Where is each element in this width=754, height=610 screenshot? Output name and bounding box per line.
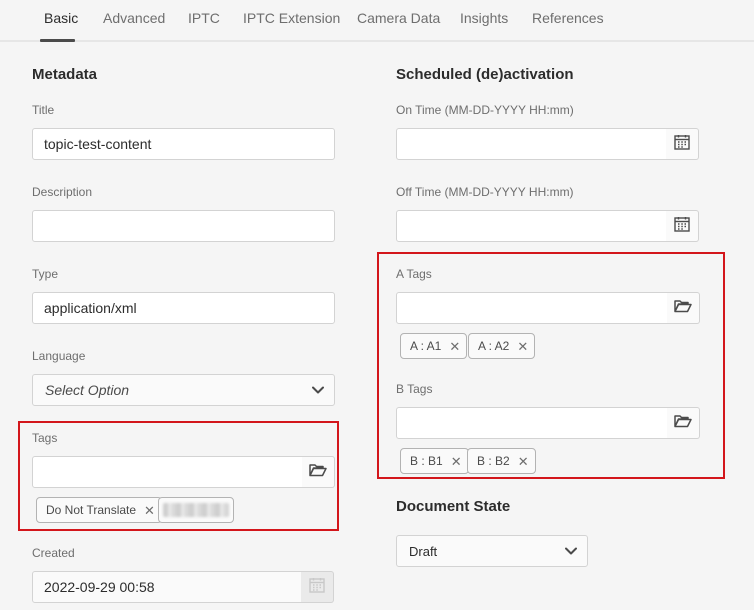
redacted-tag-label <box>163 503 229 517</box>
tag-chip-label: B : B1 <box>410 454 443 468</box>
tag-chip: A : A2 ✕ <box>468 333 536 359</box>
tab-iptc-extension[interactable]: IPTC Extension <box>243 10 340 26</box>
tab-basic[interactable]: Basic <box>44 10 78 26</box>
document-state-value: Draft <box>409 543 438 559</box>
tags-browse-button[interactable] <box>302 456 335 488</box>
b-tags-label: B Tags <box>396 382 433 396</box>
tags-input[interactable] <box>32 456 303 488</box>
a-tags-browse-button[interactable] <box>667 292 700 324</box>
b-tags-input[interactable] <box>396 407 668 439</box>
folder-icon <box>674 299 692 318</box>
tag-chip-label: A : A1 <box>410 339 442 353</box>
calendar-icon <box>674 216 690 237</box>
a-tags-label: A Tags <box>396 267 432 281</box>
redacted-tag-chip <box>158 497 234 523</box>
tags-label: Tags <box>32 431 58 445</box>
scheduled-heading: Scheduled (de)activation <box>396 66 574 83</box>
created-label: Created <box>32 546 75 560</box>
tab-insights[interactable]: Insights <box>460 10 508 26</box>
close-icon[interactable]: ✕ <box>518 455 529 468</box>
close-icon[interactable]: ✕ <box>449 340 460 353</box>
b-tags-browse-button[interactable] <box>667 407 700 439</box>
on-time-label: On Time (MM-DD-YYYY HH:mm) <box>396 103 574 117</box>
close-icon[interactable]: ✕ <box>517 340 528 353</box>
a-tags-input[interactable] <box>396 292 668 324</box>
on-time-calendar-button[interactable] <box>666 128 699 160</box>
created-field <box>32 571 302 603</box>
language-select[interactable]: Select Option <box>32 374 335 406</box>
off-time-label: Off Time (MM-DD-YYYY HH:mm) <box>396 185 574 199</box>
description-label: Description <box>32 185 93 199</box>
created-calendar-button <box>301 571 334 603</box>
type-label: Type <box>32 267 59 281</box>
active-tab-indicator <box>40 39 75 42</box>
language-label: Language <box>32 349 86 363</box>
tag-chip: B : B2 ✕ <box>467 448 536 474</box>
title-label: Title <box>32 103 55 117</box>
tag-chip: A : A1 ✕ <box>400 333 468 359</box>
document-state-select[interactable]: Draft <box>396 535 588 567</box>
off-time-calendar-button[interactable] <box>666 210 699 242</box>
tab-iptc[interactable]: IPTC <box>188 10 220 26</box>
language-select-placeholder: Select Option <box>45 382 130 398</box>
document-state-heading: Document State <box>396 498 511 515</box>
tab-references[interactable]: References <box>532 10 604 26</box>
folder-icon <box>309 463 327 482</box>
tag-chip: B : B1 ✕ <box>400 448 469 474</box>
metadata-heading: Metadata <box>32 66 98 83</box>
off-time-field[interactable] <box>396 210 667 242</box>
chevron-down-icon <box>565 542 577 560</box>
folder-icon <box>674 414 692 433</box>
chevron-down-icon <box>312 381 324 399</box>
tag-chip-label: B : B2 <box>477 454 510 468</box>
tab-advanced[interactable]: Advanced <box>103 10 165 26</box>
tag-chip-label: A : A2 <box>478 339 510 353</box>
calendar-icon <box>674 134 690 155</box>
ab-tags-highlight-box <box>377 252 725 479</box>
title-field[interactable] <box>32 128 335 160</box>
tab-bar: Basic Advanced IPTC IPTC Extension Camer… <box>0 0 754 42</box>
on-time-field[interactable] <box>396 128 667 160</box>
tag-chip: Do Not Translate ✕ <box>36 497 162 523</box>
close-icon[interactable]: ✕ <box>451 455 462 468</box>
description-field[interactable] <box>32 210 335 242</box>
tag-chip-label: Do Not Translate <box>46 503 137 517</box>
type-field[interactable] <box>32 292 335 324</box>
calendar-icon <box>309 577 325 598</box>
tab-camera-data[interactable]: Camera Data <box>357 10 440 26</box>
close-icon[interactable]: ✕ <box>144 504 155 517</box>
